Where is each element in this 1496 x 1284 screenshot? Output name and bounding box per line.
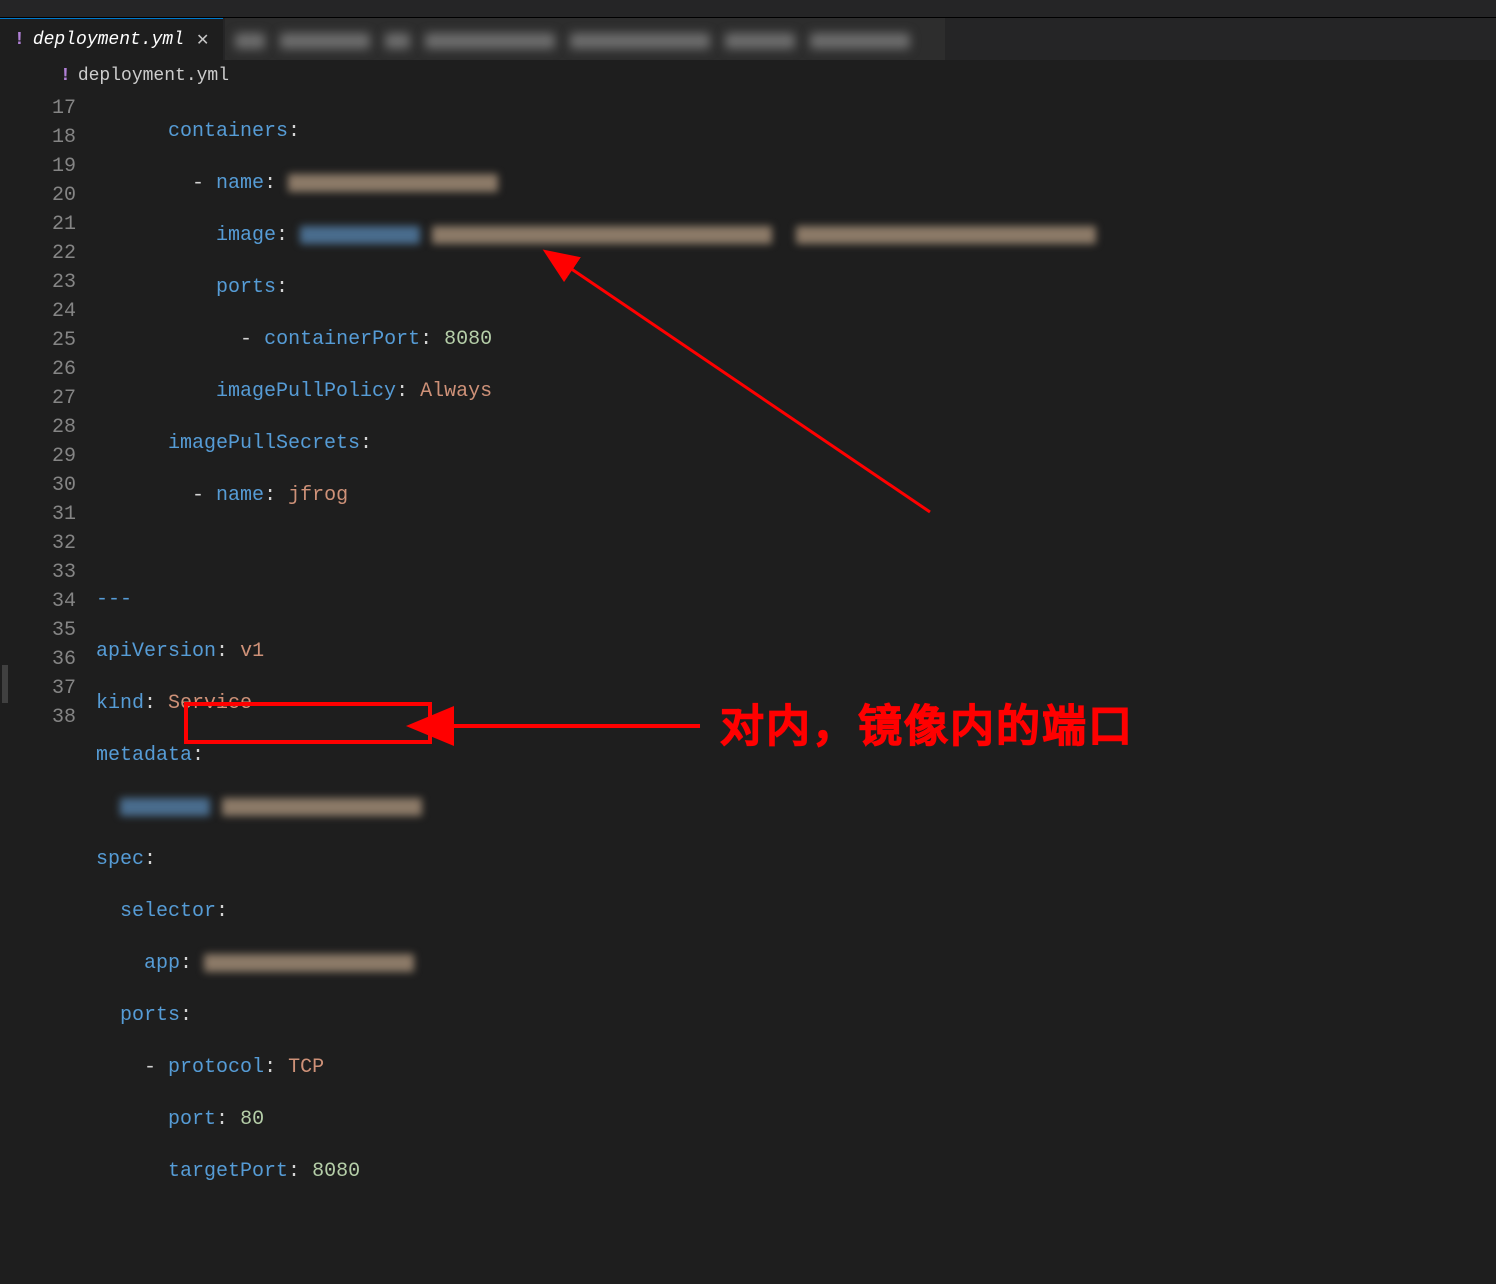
line-number: 37 <box>0 674 76 703</box>
line-number: 18 <box>0 123 76 152</box>
line-number: 38 <box>0 703 76 732</box>
code-line: ports: <box>96 1001 1496 1030</box>
line-number: 22 <box>0 239 76 268</box>
line-number: 30 <box>0 471 76 500</box>
code-line: --- <box>96 585 1496 614</box>
line-number: 25 <box>0 326 76 355</box>
code-line: app: <box>96 949 1496 978</box>
yaml-file-icon: ! <box>14 30 25 50</box>
code-line: - name: jfrog <box>96 481 1496 510</box>
activity-bar-indicator <box>2 665 8 703</box>
line-number: 19 <box>0 152 76 181</box>
editor-tabs: ! deployment.yml ✕ <box>0 18 1496 60</box>
line-number: 24 <box>0 297 76 326</box>
code-line: apiVersion: v1 <box>96 637 1496 666</box>
close-icon[interactable]: ✕ <box>196 30 209 50</box>
code-line: containers: <box>96 117 1496 146</box>
code-line: selector: <box>96 897 1496 926</box>
line-number: 20 <box>0 181 76 210</box>
code-line: imagePullPolicy: Always <box>96 377 1496 406</box>
line-number: 36 <box>0 645 76 674</box>
code-line: port: 80 <box>96 1105 1496 1134</box>
code-line: - name: <box>96 169 1496 198</box>
line-number: 21 <box>0 210 76 239</box>
code-line: targetPort: 8080 <box>96 1157 1496 1186</box>
code-line <box>96 533 1496 562</box>
code-line: - protocol: TCP <box>96 1053 1496 1082</box>
code-content[interactable]: containers: - name: image: ports: - cont… <box>96 94 1496 1284</box>
line-number: 17 <box>0 94 76 123</box>
line-number: 23 <box>0 268 76 297</box>
breadcrumb[interactable]: ! deployment.yml <box>0 60 1496 94</box>
line-number: 26 <box>0 355 76 384</box>
annotation-highlight-box <box>184 702 432 744</box>
line-number: 31 <box>0 500 76 529</box>
code-line: spec: <box>96 845 1496 874</box>
annotation-label: 对内，镜像内的端口 <box>720 690 1134 754</box>
code-line: imagePullSecrets: <box>96 429 1496 458</box>
line-number: 27 <box>0 384 76 413</box>
breadcrumb-file: deployment.yml <box>78 66 229 86</box>
code-line: - containerPort: 8080 <box>96 325 1496 354</box>
line-number: 33 <box>0 558 76 587</box>
code-line <box>96 1209 1496 1238</box>
toolbar-spacer <box>0 0 1496 18</box>
yaml-file-icon: ! <box>60 66 71 86</box>
line-number: 29 <box>0 442 76 471</box>
code-line: ports: <box>96 273 1496 302</box>
tab-blurred[interactable] <box>225 18 945 60</box>
code-line: image: <box>96 221 1496 250</box>
line-number-gutter: 17 18 19 20 21 22 23 24 25 26 27 28 29 3… <box>0 94 96 732</box>
line-number: 35 <box>0 616 76 645</box>
line-number: 34 <box>0 587 76 616</box>
tab-deployment-yml[interactable]: ! deployment.yml ✕ <box>0 18 223 60</box>
code-line <box>96 793 1496 822</box>
line-number: 28 <box>0 413 76 442</box>
line-number: 32 <box>0 529 76 558</box>
tab-label: deployment.yml <box>33 30 184 50</box>
